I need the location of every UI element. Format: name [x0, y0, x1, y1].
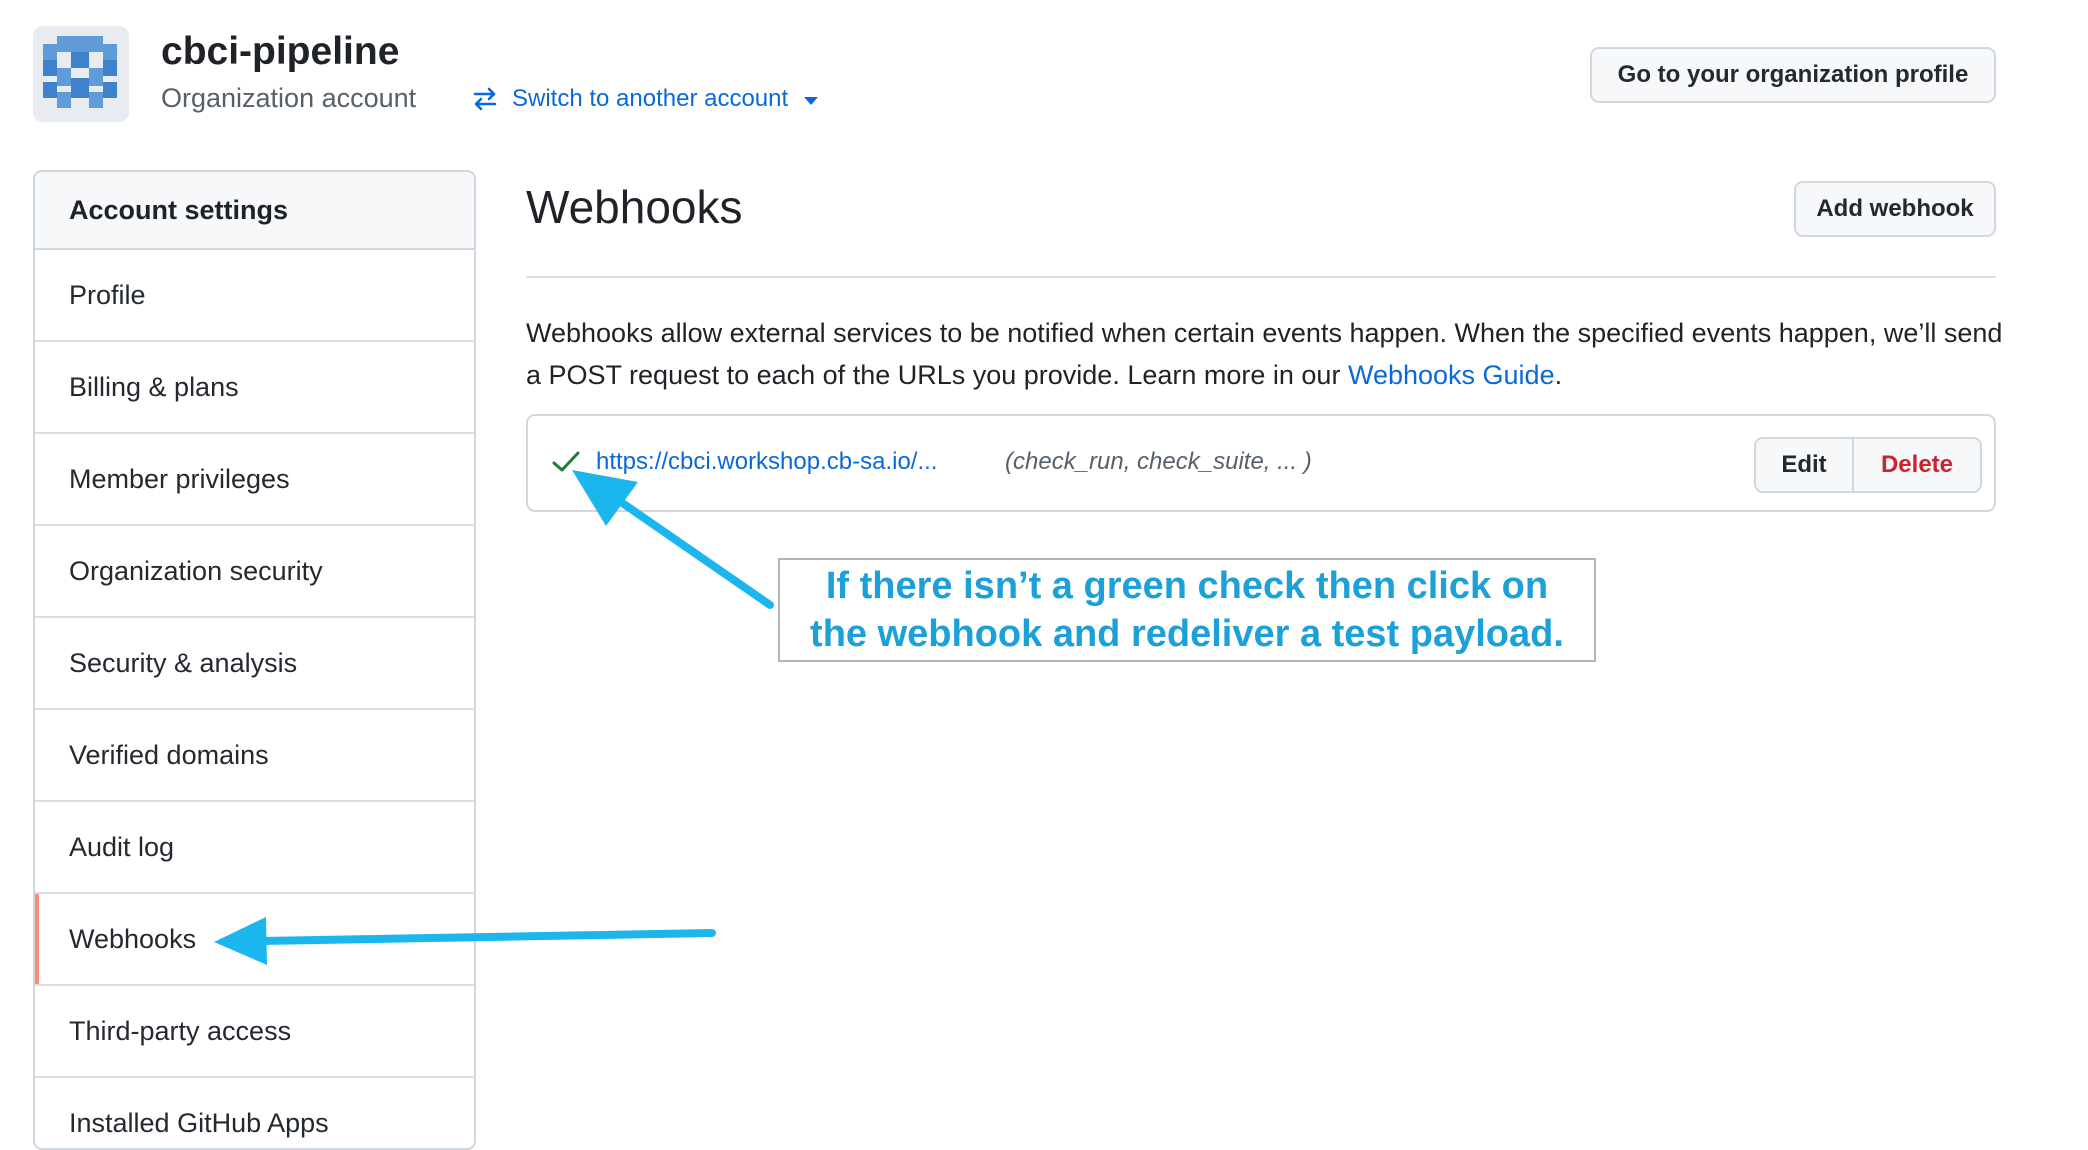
sidebar-title: Account settings [35, 172, 474, 250]
sidebar-item-label: Profile [69, 279, 146, 310]
title-divider [526, 276, 1996, 278]
sidebar-item-label: Webhooks [69, 923, 197, 954]
sidebar-item-billing[interactable]: Billing & plans [35, 342, 474, 434]
webhook-events: (check_run, check_suite, ... ) [1005, 448, 1312, 475]
page-title: Webhooks [526, 181, 743, 233]
sidebar-item-security-analysis[interactable]: Security & analysis [35, 618, 474, 710]
sidebar-item-audit-log[interactable]: Audit log [35, 802, 474, 894]
check-icon [551, 449, 581, 480]
org-name: cbci-pipeline [161, 30, 400, 73]
sidebar-item-profile[interactable]: Profile [35, 250, 474, 342]
webhook-list-item: https://cbci.workshop.cb-sa.io/... (chec… [526, 414, 1996, 512]
sidebar-item-member-privileges[interactable]: Member privileges [35, 434, 474, 526]
webhook-actions: Edit Delete [1754, 437, 1982, 493]
sidebar-item-installed-github-apps[interactable]: Installed GitHub Apps [35, 1078, 474, 1148]
sidebar-item-third-party-access[interactable]: Third-party access [35, 986, 474, 1078]
switch-account-label: Switch to another account [512, 85, 789, 112]
webhook-url-link[interactable]: https://cbci.workshop.cb-sa.io/... [596, 448, 937, 476]
arrow-switch-icon [472, 86, 498, 112]
sidebar-item-webhooks[interactable]: Webhooks [35, 894, 474, 986]
org-type: Organization account [161, 83, 417, 113]
description-end: . [1554, 360, 1563, 390]
org-avatar [33, 26, 129, 122]
sidebar-item-label: Billing & plans [69, 371, 239, 402]
sidebar-item-label: Member privileges [69, 463, 290, 494]
webhooks-description: Webhooks allow external services to be n… [526, 312, 2006, 396]
delete-webhook-button[interactable]: Delete [1854, 439, 1980, 491]
webhooks-guide-link[interactable]: Webhooks Guide [1348, 360, 1555, 390]
sidebar-item-organization-security[interactable]: Organization security [35, 526, 474, 618]
sidebar-item-verified-domains[interactable]: Verified domains [35, 710, 474, 802]
description-text: Webhooks allow external services to be n… [526, 318, 2003, 390]
settings-sidebar: Account settings Profile Billing & plans… [33, 170, 476, 1150]
annotation-line-2: the webhook and redeliver a test payload… [810, 613, 1564, 655]
sidebar-item-label: Security & analysis [69, 647, 298, 678]
sidebar-item-label: Audit log [69, 831, 175, 862]
annotation-callout: If there isn’t a green check then click … [778, 558, 1596, 662]
sidebar-item-label: Third-party access [69, 1015, 292, 1046]
add-webhook-button[interactable]: Add webhook [1794, 181, 1996, 237]
sidebar-item-label: Verified domains [69, 739, 269, 770]
annotation-line-1: If there isn’t a green check then click … [825, 565, 1549, 607]
switch-account-link[interactable]: Switch to another account [472, 82, 819, 116]
caret-down-icon [804, 96, 819, 105]
sidebar-item-label: Installed GitHub Apps [69, 1107, 329, 1138]
sidebar-item-label: Organization security [69, 555, 323, 586]
edit-webhook-button[interactable]: Edit [1756, 439, 1854, 491]
org-profile-button[interactable]: Go to your organization profile [1590, 47, 1996, 103]
